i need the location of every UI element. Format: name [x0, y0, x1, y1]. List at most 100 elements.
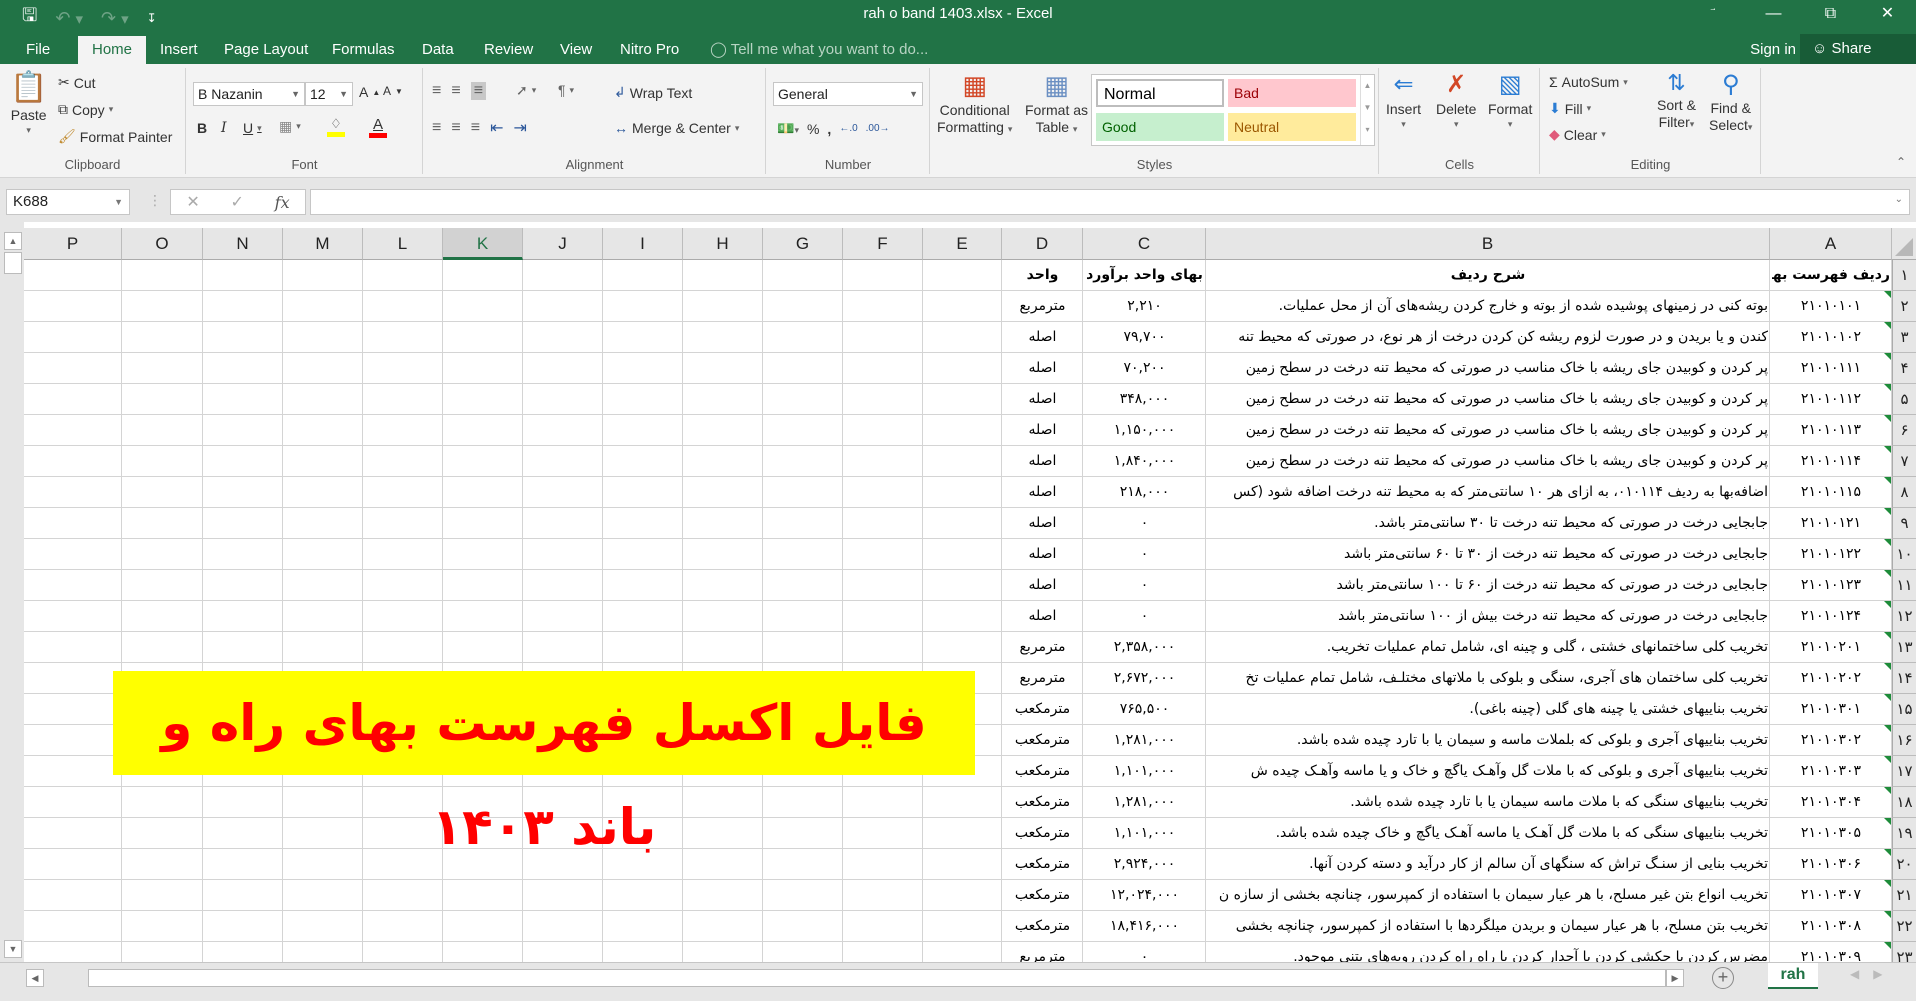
cell-d[interactable]: اصله [1004, 570, 1081, 600]
row-header[interactable]: ۱ [1892, 260, 1916, 291]
scroll-thumb[interactable] [4, 252, 22, 274]
tab-page-layout[interactable]: Page Layout [212, 36, 320, 64]
cell-b[interactable]: تخریب بتن مسلح، با هر عیار سیمان و بریدن… [1208, 911, 1768, 941]
row-header[interactable]: ۵ [1892, 384, 1916, 415]
cell-b[interactable]: مضرس کردن یا حکشی کردن یا آجدار کردن یا … [1208, 942, 1768, 962]
cell-d[interactable]: اصله [1004, 322, 1081, 352]
cell-c[interactable]: ۱,۱۵۰,۰۰۰ [1085, 415, 1204, 445]
row-header[interactable]: ۱۶ [1892, 725, 1916, 756]
row-header[interactable]: ۱۱ [1892, 570, 1916, 601]
sign-in-link[interactable]: Sign in [1750, 36, 1796, 64]
cell-d[interactable]: مترمربع [1004, 632, 1081, 662]
cut-button[interactable]: ✂ Cut [58, 74, 96, 91]
delete-cells-button[interactable]: ✗ Delete ▾ [1436, 70, 1476, 130]
error-indicator-icon[interactable] [1884, 694, 1891, 701]
cell-c[interactable]: ۱,۱۰۱,۰۰۰ [1085, 756, 1204, 786]
cell-c[interactable]: ۰ [1085, 539, 1204, 569]
cell-d[interactable]: اصله [1004, 508, 1081, 538]
tab-formulas[interactable]: Formulas [320, 36, 407, 64]
cell-d[interactable]: اصله [1004, 601, 1081, 631]
formula-input[interactable]: ⌄ [310, 189, 1910, 215]
tab-home[interactable]: Home [78, 36, 146, 64]
cell-a[interactable]: ۲۱۰۱۰۳۰۶ [1772, 849, 1890, 879]
cell-c[interactable]: ۱۲,۰۲۴,۰۰۰ [1085, 880, 1204, 910]
cell-b[interactable]: اضافه‌بها به ردیف ۰۱۰۱۱۴، به ازای هر ۱۰ … [1208, 477, 1768, 507]
cell-b[interactable]: پر کردن و کوبیدن جای ریشه با خاک مناسب د… [1208, 446, 1768, 476]
cell-a[interactable]: ۲۱۰۱۰۱۲۴ [1772, 601, 1890, 631]
cell-c[interactable]: ۷۹,۷۰۰ [1085, 322, 1204, 352]
font-name-combo[interactable]: B Nazanin ▼ [193, 82, 305, 106]
font-color-button[interactable]: A [369, 116, 387, 138]
cell-d[interactable]: اصله [1004, 446, 1081, 476]
style-neutral[interactable]: Neutral [1228, 113, 1356, 141]
bold-button[interactable]: B [197, 120, 207, 136]
column-header-h[interactable]: H [683, 228, 763, 260]
scroll-left-icon[interactable]: ◀ [26, 969, 44, 987]
error-indicator-icon[interactable] [1884, 756, 1891, 763]
add-sheet-button[interactable]: + [1712, 967, 1734, 989]
error-indicator-icon[interactable] [1884, 849, 1891, 856]
cell-b[interactable]: جابجایی درخت در صورتی که محیط تنه درخت ا… [1208, 570, 1768, 600]
cell-d[interactable]: اصله [1004, 539, 1081, 569]
cell-a[interactable]: ۲۱۰۱۰۳۰۳ [1772, 756, 1890, 786]
header-cell-c[interactable]: بهای واحد برآورد [1085, 260, 1204, 290]
share-button[interactable]: ☺ Share [1800, 34, 1916, 64]
column-header-p[interactable]: P [24, 228, 122, 260]
cell-a[interactable]: ۲۱۰۱۰۱۲۲ [1772, 539, 1890, 569]
decrease-indent-icon[interactable]: ⇤ [490, 118, 503, 138]
select-all-corner[interactable] [1892, 228, 1916, 260]
insert-cells-button[interactable]: ⇐ Insert ▾ [1386, 70, 1421, 130]
align-top-icon[interactable]: ≡ [432, 82, 441, 100]
clear-button[interactable]: ◆ Clear ▾ [1549, 126, 1606, 143]
orientation-button[interactable]: ➚ ▾ [516, 82, 536, 99]
cell-a[interactable]: ۲۱۰۱۰۱۰۲ [1772, 322, 1890, 352]
font-size-combo[interactable]: 12 ▼ [305, 82, 353, 106]
error-indicator-icon[interactable] [1884, 663, 1891, 670]
fill-button[interactable]: ⬇ Fill ▾ [1549, 100, 1591, 117]
error-indicator-icon[interactable] [1884, 911, 1891, 918]
cell-b[interactable]: تخریب انواع بتن غیر مسلح، با هر عیار سیم… [1208, 880, 1768, 910]
decrease-decimal-icon[interactable]: .00→ [866, 123, 890, 134]
cell-d[interactable]: اصله [1004, 384, 1081, 414]
cell-a[interactable]: ۲۱۰۱۰۳۰۹ [1772, 942, 1890, 962]
sheet-nav-arrows[interactable]: ◀▶ [1850, 967, 1896, 981]
italic-button[interactable]: I [221, 120, 227, 136]
cell-b[interactable]: پر کردن و کوبیدن جای ریشه با خاک مناسب د… [1208, 384, 1768, 414]
align-bottom-icon[interactable]: ≡ [470, 82, 487, 100]
column-header-g[interactable]: G [763, 228, 843, 260]
cell-a[interactable]: ۲۱۰۱۰۲۰۱ [1772, 632, 1890, 662]
row-header[interactable]: ۱۵ [1892, 694, 1916, 725]
fill-color-button[interactable]: ♢ [327, 116, 345, 137]
cell-c[interactable]: ۰ [1085, 570, 1204, 600]
cell-d[interactable]: مترمکعب [1004, 694, 1081, 724]
cell-a[interactable]: ۲۱۰۱۰۱۱۱ [1772, 353, 1890, 383]
cell-b[interactable]: جابجایی درخت در صورتی که محیط تنه درخت ب… [1208, 601, 1768, 631]
header-cell-d[interactable]: واحد [1004, 260, 1081, 290]
vertical-scrollbar[interactable]: ▲ ▼ [0, 222, 24, 962]
cell-b[interactable]: تخریب بناییهای خشتی یا چینه های گلی (چین… [1208, 694, 1768, 724]
cell-d[interactable]: مترمکعب [1004, 880, 1081, 910]
tab-nitro-pro[interactable]: Nitro Pro [608, 36, 691, 64]
cell-c[interactable]: ۰ [1085, 601, 1204, 631]
cell-c[interactable]: ۱۸,۴۱۶,۰۰۰ [1085, 911, 1204, 941]
cell-b[interactable]: جابجایی درخت در صورتی که محیط تنه درخت ا… [1208, 539, 1768, 569]
tell-me-box[interactable]: ◯ Tell me what you want to do... [710, 36, 928, 64]
sheet-tab-rah[interactable]: rah [1768, 963, 1818, 989]
row-header[interactable]: ۶ [1892, 415, 1916, 446]
align-left-icon[interactable]: ≡ [432, 119, 441, 137]
cell-c[interactable]: ۲,۳۵۸,۰۰۰ [1085, 632, 1204, 662]
error-indicator-icon[interactable] [1884, 818, 1891, 825]
ribbon-display-options-icon[interactable]: ⳱ [1688, 0, 1745, 30]
cell-b[interactable]: تخریب بنایی از سنـگ تراش که سنگهای آن سا… [1208, 849, 1768, 879]
error-indicator-icon[interactable] [1884, 384, 1891, 391]
cell-a[interactable]: ۲۱۰۱۰۳۰۷ [1772, 880, 1890, 910]
scroll-up-icon[interactable]: ▲ [4, 232, 22, 250]
column-header-b[interactable]: B [1206, 228, 1770, 260]
name-box[interactable]: K688 ▼ [6, 189, 130, 215]
error-indicator-icon[interactable] [1884, 942, 1891, 949]
cell-c[interactable]: ۲۱۸,۰۰۰ [1085, 477, 1204, 507]
cell-d[interactable]: مترمکعب [1004, 911, 1081, 941]
format-as-table-button[interactable]: ▦ Format as Table ▾ [1025, 70, 1088, 135]
cell-b[interactable]: تخریب کلی ساختمان های آجری، سنگی و بلوکی… [1208, 663, 1768, 693]
cell-c[interactable]: ۰ [1085, 942, 1204, 962]
